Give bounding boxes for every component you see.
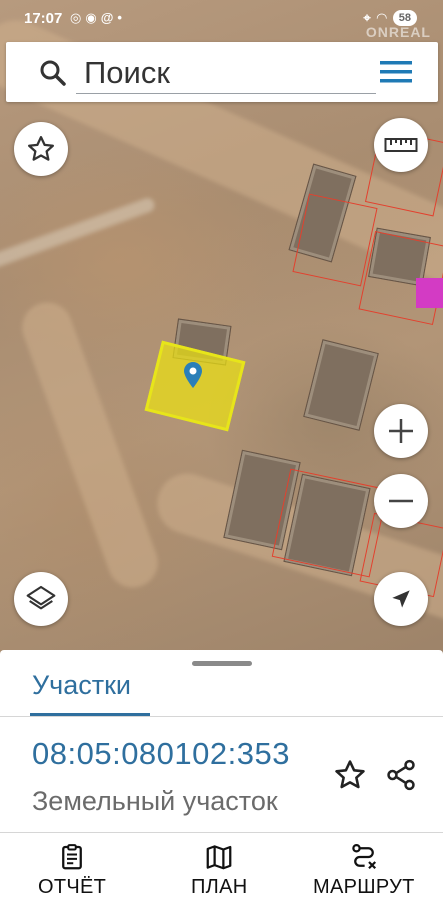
menu-icon[interactable]: [378, 58, 414, 86]
clipboard-icon: [62, 844, 82, 870]
search-icon[interactable]: [38, 58, 68, 88]
navigation-arrow-icon: [392, 590, 410, 608]
plus-icon: [389, 419, 413, 443]
zoom-out-button[interactable]: [374, 474, 428, 528]
ruler-button[interactable]: [374, 118, 428, 172]
map-building: [303, 339, 379, 431]
whatsapp-icon: ◎: [70, 10, 86, 25]
at-icon: @: [100, 10, 118, 25]
status-time: 17:07: [24, 10, 63, 27]
my-location-button[interactable]: [374, 572, 428, 626]
star-outline-icon[interactable]: [333, 758, 367, 792]
minus-icon: [389, 499, 413, 503]
map-track: [0, 196, 157, 278]
parcel-boundary[interactable]: [292, 193, 378, 287]
route-button[interactable]: МАРШРУТ: [313, 842, 415, 899]
notification-icons: ◎◉@•: [70, 10, 126, 26]
layers-icon: [26, 585, 56, 610]
cadastral-number[interactable]: 08:05:080102:353: [32, 736, 290, 772]
map-pin-icon: [184, 362, 202, 388]
search-bar: [6, 42, 438, 102]
search-input[interactable]: [76, 52, 376, 94]
highlighted-parcel[interactable]: [416, 278, 443, 308]
viber-icon: ◉: [85, 10, 101, 25]
plan-label: ПЛАН: [191, 876, 248, 898]
plan-button[interactable]: ПЛАН: [191, 842, 247, 899]
bottom-navigation: ОТЧЁТ ПЛАН МАРШРУТ: [0, 834, 443, 910]
star-outline-icon: [28, 136, 54, 161]
tab-plots[interactable]: Участки: [32, 670, 131, 701]
plot-type: Земельный участок: [32, 786, 278, 816]
sheet-divider: [0, 832, 443, 833]
tab-divider: [0, 716, 443, 717]
dot-icon: •: [117, 10, 126, 25]
parcel-bottom-sheet: Участки 08:05:080102:353 Земельный участ…: [0, 650, 443, 910]
watermark-logo: ONREAL: [365, 24, 431, 40]
map-icon: [206, 845, 232, 870]
map-road: [15, 295, 165, 595]
report-label: ОТЧЁТ: [38, 876, 107, 898]
route-icon: [352, 844, 376, 870]
report-button[interactable]: ОТЧЁТ: [38, 842, 106, 899]
share-icon[interactable]: [384, 758, 418, 792]
ruler-icon: [384, 138, 418, 152]
sheet-drag-handle[interactable]: [192, 661, 252, 666]
favorites-map-button[interactable]: [14, 122, 68, 176]
layers-button[interactable]: [14, 572, 68, 626]
route-label: МАРШРУТ: [313, 876, 415, 898]
zoom-in-button[interactable]: [374, 404, 428, 458]
